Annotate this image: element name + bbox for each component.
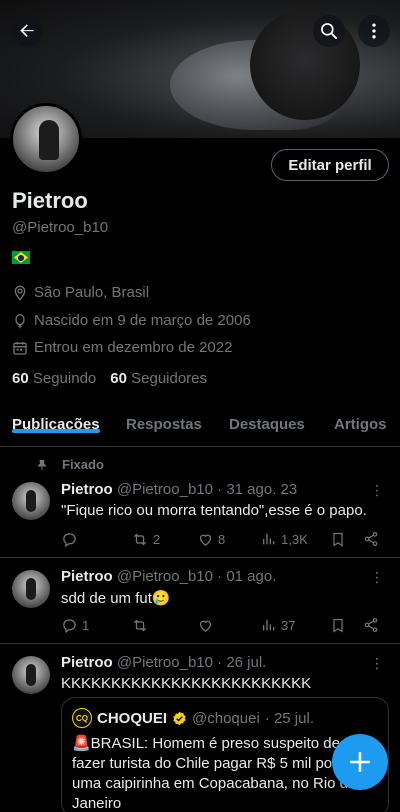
post[interactable]: Pietroo @Pietroo_b10 · 01 ago. ⋮ sdd de … — [0, 558, 400, 644]
post-actions: 2 8 1,3K — [61, 531, 386, 551]
brazil-flag-icon — [12, 251, 30, 264]
post-text: KKKKKKKKKKKKKKKKKKKKKKKKK — [61, 675, 312, 692]
birth-row: Nascido em 9 de março de 2006 — [12, 312, 251, 329]
post-more-icon[interactable]: ⋮ — [370, 569, 384, 586]
profile-avatar[interactable] — [10, 103, 82, 175]
reply-icon — [63, 533, 76, 548]
profile-handle: @Pietroo_b10 — [12, 219, 109, 236]
post-avatar[interactable] — [12, 482, 50, 520]
location-row: São Paulo, Brasil — [12, 284, 149, 301]
compose-button[interactable] — [332, 734, 388, 790]
reply-button[interactable] — [61, 531, 82, 548]
choquei-avatar: CQ — [72, 708, 92, 728]
share-button[interactable] — [363, 531, 379, 547]
joined-row: Entrou em dezembro de 2022 — [12, 339, 232, 356]
like-button[interactable]: 8 — [197, 531, 225, 548]
like-button[interactable] — [197, 617, 218, 634]
post-date: · 01 ago. — [217, 568, 277, 585]
pin-icon — [38, 459, 46, 470]
quote-date: · 25 jul. — [264, 709, 314, 727]
post-header: Pietroo @Pietroo_b10 · 01 ago. — [61, 568, 276, 585]
post-more-icon[interactable]: ⋮ — [370, 655, 384, 672]
profile-tabs: Publicações Respostas Destaques Artigos — [0, 406, 400, 447]
bookmark-button[interactable] — [330, 531, 346, 548]
tab-respostas[interactable]: Respostas — [126, 406, 202, 433]
repost-button[interactable] — [131, 617, 153, 634]
post-more-icon[interactable]: ⋮ — [370, 482, 384, 499]
more-options-button[interactable] — [358, 15, 390, 47]
bookmark-icon — [333, 618, 343, 633]
post-date: · 26 jul. — [217, 654, 267, 671]
quote-author-name: CHOQUEI — [97, 709, 168, 727]
views-chart-icon — [263, 619, 275, 631]
repost-icon — [133, 533, 147, 546]
location-text: São Paulo, Brasil — [34, 284, 150, 301]
heart-icon — [199, 620, 212, 632]
location-pin-icon — [14, 285, 26, 301]
post-pinned[interactable]: Fixado Pietroo @Pietroo_b10 · 31 ago. 23… — [0, 447, 400, 558]
post-avatar[interactable] — [12, 656, 50, 694]
views-chart-icon — [263, 533, 275, 545]
search-button[interactable] — [313, 15, 345, 47]
reply-button[interactable]: 1 — [61, 617, 89, 634]
balloon-icon — [15, 313, 25, 328]
following-link[interactable]: 60 Seguindo — [12, 370, 96, 387]
share-icon — [364, 532, 378, 546]
quote-header: CQ CHOQUEI @choquei · 25 jul. — [72, 708, 314, 728]
heart-icon — [199, 534, 212, 546]
pinned-indicator: Fixado — [36, 457, 104, 472]
post-header: Pietroo @Pietroo_b10 · 26 jul. — [61, 654, 266, 671]
post-date: · 31 ago. 23 — [217, 481, 298, 498]
views-button[interactable]: 37 — [261, 617, 295, 633]
tab-artigos[interactable]: Artigos — [334, 406, 387, 433]
post-header: Pietroo @Pietroo_b10 · 31 ago. 23 — [61, 481, 297, 498]
quote-author-handle: @choquei — [192, 709, 260, 727]
post-author-handle: @Pietroo_b10 — [116, 654, 213, 671]
post-author-name[interactable]: Pietroo — [61, 568, 113, 585]
quote-text: 🚨BRASIL: Homem é preso suspeito de fazer… — [72, 735, 357, 812]
search-icon — [321, 23, 337, 39]
follow-stats: 60 Seguindo 60 Seguidores — [12, 370, 207, 387]
share-button[interactable] — [363, 617, 379, 633]
repost-button[interactable]: 2 — [131, 531, 160, 548]
back-button[interactable] — [11, 15, 43, 47]
post-author-handle: @Pietroo_b10 — [116, 568, 213, 585]
kebab-menu-icon — [372, 23, 376, 39]
calendar-icon — [13, 341, 27, 355]
post-actions: 1 37 — [61, 617, 386, 637]
reply-icon — [63, 619, 76, 634]
post-author-handle: @Pietroo_b10 — [116, 481, 213, 498]
post-avatar[interactable] — [12, 570, 50, 608]
post-author-name[interactable]: Pietroo — [61, 654, 113, 671]
post-author-name[interactable]: Pietroo — [61, 481, 113, 498]
post-text: sdd de um fut🥲 — [61, 590, 171, 607]
followers-link[interactable]: 60 Seguidores — [110, 370, 207, 387]
joined-text: Entrou em dezembro de 2022 — [34, 339, 233, 356]
bookmark-icon — [333, 532, 343, 547]
edit-profile-button[interactable]: Editar perfil — [271, 149, 389, 181]
bookmark-button[interactable] — [330, 617, 346, 634]
profile-name: Pietroo — [12, 188, 88, 213]
tab-destaques[interactable]: Destaques — [229, 406, 305, 433]
repost-icon — [133, 619, 147, 632]
birth-text: Nascido em 9 de março de 2006 — [34, 312, 251, 329]
views-button[interactable]: 1,3K — [261, 531, 308, 547]
tab-publicacoes[interactable]: Publicações — [12, 406, 100, 433]
arrow-left-icon — [20, 24, 34, 37]
share-icon — [364, 618, 378, 632]
plus-icon — [350, 752, 370, 772]
verified-badge-icon — [173, 711, 186, 725]
post-text: "Fique rico ou morra tentando",esse é o … — [61, 502, 367, 519]
